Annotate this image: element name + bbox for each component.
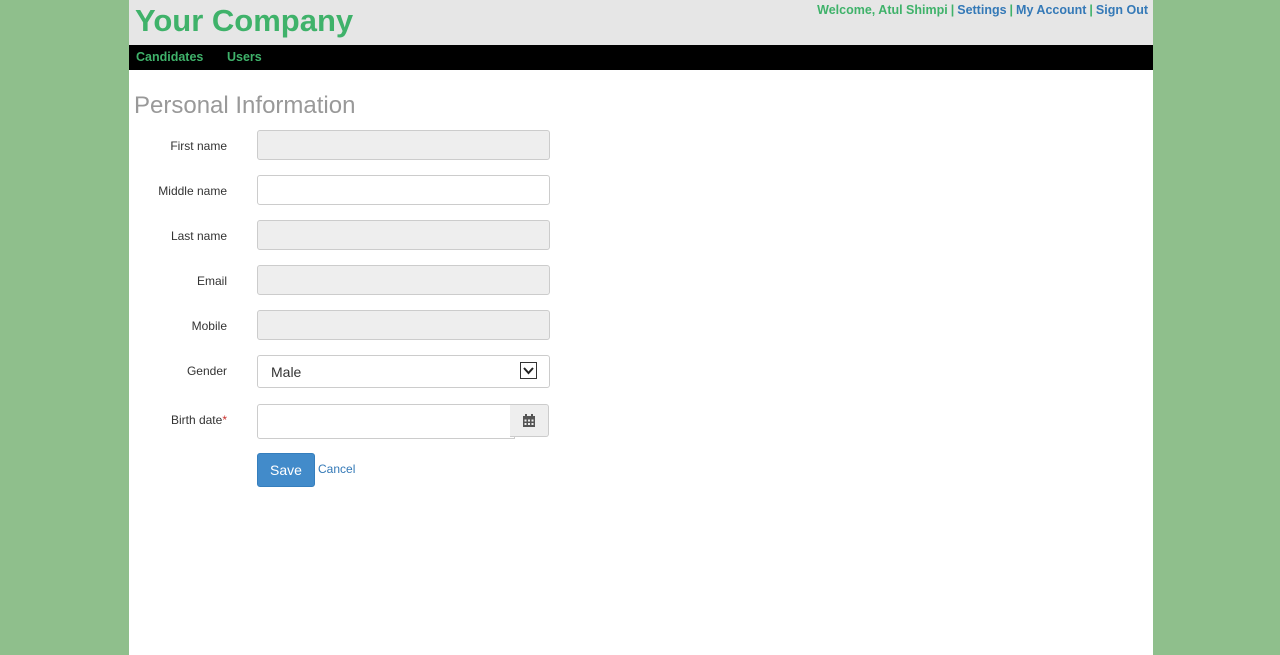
separator: | [1009, 3, 1014, 17]
sign-out-link[interactable]: Sign Out [1096, 3, 1148, 17]
save-button[interactable]: Save [257, 453, 315, 487]
email-field[interactable] [257, 265, 550, 295]
gender-label: Gender [186, 364, 227, 378]
nav-item-users[interactable]: Users [227, 50, 262, 64]
birth-date-field[interactable] [257, 404, 515, 439]
header: Your Company Welcome, Atul Shimpi | Settin… [129, 0, 1153, 45]
mobile-label: Mobile [191, 319, 227, 333]
middle-name-field[interactable] [257, 175, 550, 205]
section-title: Personal Information [134, 92, 356, 119]
my-account-link[interactable]: My Account [1016, 3, 1086, 17]
last-name-field[interactable] [257, 220, 550, 250]
nav-item-candidates[interactable]: Candidates [136, 50, 203, 64]
gender-select[interactable]: Male [257, 355, 550, 388]
top-links: Welcome, Atul Shimpi | Settings | My Account… [817, 3, 1148, 17]
chevron-down-icon[interactable] [520, 362, 537, 379]
middle-name-label: Middle name [158, 184, 227, 198]
main-nav: Candidates Users [129, 45, 1153, 70]
first-name-field[interactable] [257, 130, 550, 160]
page-container: Your Company Welcome, Atul Shimpi | Settin… [129, 0, 1153, 655]
email-label: Email [196, 274, 227, 288]
cancel-link[interactable]: Cancel [318, 462, 355, 476]
gender-selected-value: Male [271, 364, 302, 380]
first-name-label: First name [170, 139, 227, 153]
welcome-text: Welcome, Atul Shimpi [817, 3, 948, 17]
separator: | [950, 3, 955, 17]
calendar-icon [522, 414, 536, 428]
settings-link[interactable]: Settings [957, 3, 1006, 17]
birth-date-label: Birth date* [129, 413, 227, 427]
birth-date-group [257, 404, 549, 439]
required-marker: * [222, 413, 227, 427]
mobile-field[interactable] [257, 310, 550, 340]
brand-logo[interactable]: Your Company [135, 3, 353, 39]
calendar-button[interactable] [510, 404, 549, 437]
separator: | [1089, 3, 1093, 17]
last-name-label: Last name [170, 229, 227, 243]
birth-date-label-text: Birth date [170, 413, 223, 427]
